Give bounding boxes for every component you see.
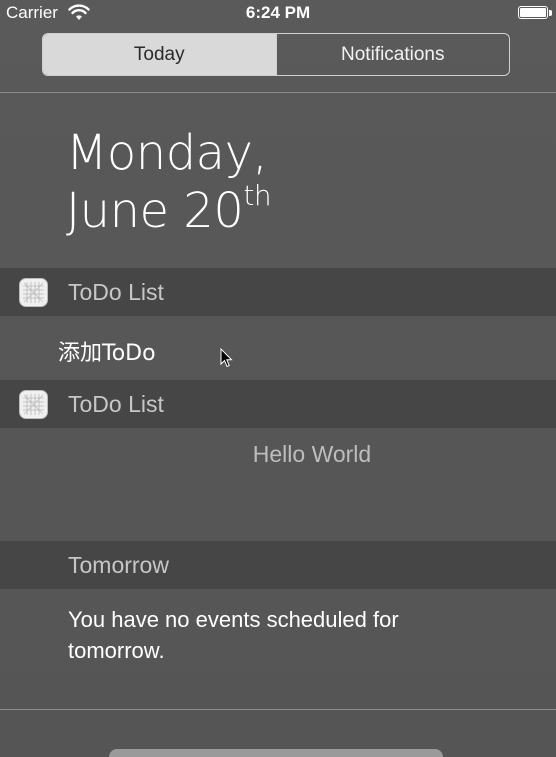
todo-app-icon	[19, 390, 48, 419]
divider	[0, 92, 556, 93]
date-header: Monday, June 20th	[66, 124, 272, 240]
widget-title: ToDo List	[68, 279, 164, 305]
tomorrow-title: Tomorrow	[68, 552, 169, 578]
widget-title: ToDo List	[68, 391, 164, 417]
month-day-label: June 20	[66, 183, 244, 239]
date-line: June 20th	[66, 179, 272, 240]
add-todo-button[interactable]: 添加ToDo	[58, 335, 156, 367]
clock: 6:24 PM	[245, 3, 311, 22]
tab-today[interactable]: Today	[43, 34, 276, 75]
status-bar: Carrier 6:24 PM	[0, 0, 556, 26]
no-events-message: You have no events scheduled for tomorro…	[68, 607, 399, 663]
battery-nub	[549, 10, 552, 16]
widget-content: Hello World	[252, 441, 372, 467]
edit-button[interactable]	[109, 749, 443, 757]
battery-icon	[518, 6, 548, 19]
divider	[0, 709, 556, 710]
ordinal-suffix: th	[243, 179, 272, 212]
weekday-label: Monday,	[66, 125, 268, 181]
today-notifications-switch: Today Notifications	[42, 33, 510, 76]
widget-header-todo-1[interactable]: ToDo List	[0, 268, 556, 316]
widget-header-todo-2[interactable]: ToDo List	[0, 380, 556, 428]
mouse-cursor-icon	[220, 348, 233, 368]
todo-app-icon	[19, 278, 48, 307]
tab-notifications[interactable]: Notifications	[275, 34, 510, 75]
notification-center: Carrier 6:24 PM Today Notifications Mond…	[0, 0, 556, 757]
